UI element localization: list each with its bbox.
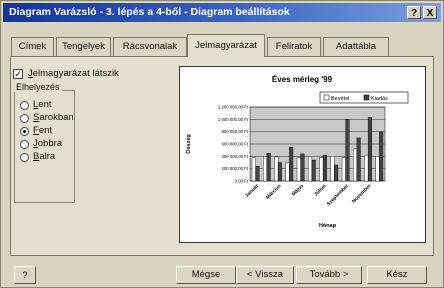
bar-kiadás [334, 164, 339, 182]
tab-strip: Címek Tengelyek Rácsvonalak Jelmagyaráza… [11, 34, 441, 57]
legend-label: Kiadás [371, 96, 388, 102]
bar-kiadás [277, 162, 282, 182]
chart-title: Éves mérleg '99 [272, 75, 333, 84]
x-tick-label: Május [291, 183, 305, 197]
window-title: Diagram Varázsló - 3. lépés a 4-ből - Di… [9, 6, 290, 18]
bar-bevétel [319, 157, 324, 182]
placement-group-title: Elhelyezés [14, 82, 62, 92]
bar-kiadás [356, 137, 361, 182]
y-tick-label: 1 200 000,00 Ft [218, 105, 249, 110]
bar-bevétel [285, 162, 290, 182]
bar-bevétel [296, 157, 301, 182]
radio-left-label: Balra [33, 151, 56, 162]
bar-bevétel [364, 154, 369, 182]
bar-kiadás [367, 117, 372, 182]
bar-bevétel [341, 157, 346, 182]
radio-bottom-label: Lent [33, 99, 52, 110]
radio-bottom[interactable] [20, 101, 29, 110]
bar-kiadás [322, 154, 327, 182]
radio-top[interactable] [20, 127, 29, 136]
close-button[interactable]: X [423, 6, 437, 19]
legend-swatch [323, 94, 330, 101]
bar-bevétel [330, 156, 335, 182]
x-tick-label: November [351, 183, 373, 205]
y-tick-label: 400 000,00 Ft [221, 154, 248, 159]
bar-bevétel [251, 157, 256, 182]
bar-bevétel [274, 156, 279, 182]
chart-preview: Éves mérleg '99 Bevétel Kiadás 1 200 000,00… [179, 66, 426, 243]
y-tick-label: 200 000,00 Ft [221, 166, 248, 171]
x-tick-label: Március [265, 183, 283, 201]
title-bar[interactable]: Diagram Varázsló - 3. lépés a 4-ből - Di… [3, 3, 441, 22]
radio-right-label: Jobbra [33, 138, 63, 149]
finish-button[interactable]: Kész [367, 266, 427, 284]
tab-legend[interactable]: Jelmagyarázat [187, 34, 265, 57]
legend-swatch [363, 94, 370, 101]
radio-left[interactable] [20, 153, 29, 162]
x-axis-label: Hónap [319, 223, 337, 229]
bar-bevétel [263, 156, 268, 182]
y-tick-label: 600 000,00 Ft [221, 142, 248, 147]
chart-svg: Éves mérleg '99 Bevétel Kiadás 1 200 000,00… [185, 75, 409, 229]
y-tick-label: 800 000,00 Ft [221, 129, 248, 134]
bar-kiadás [379, 131, 384, 182]
legend-label: Bevétel [331, 96, 349, 102]
tab-axes[interactable]: Tengelyek [56, 37, 111, 56]
y-axis-label: Összeg [185, 134, 192, 154]
radio-right[interactable] [20, 140, 29, 149]
bar-kiadás [311, 159, 316, 182]
bar-bevétel [353, 148, 358, 182]
back-button[interactable]: < Vissza [236, 266, 294, 284]
radio-top-label: Fent [33, 125, 53, 136]
bar-bevétel [375, 156, 380, 182]
tab-titles[interactable]: Címek [11, 37, 54, 56]
y-tick-label: 1 000 000,00 Ft [218, 117, 249, 122]
x-tick-label: Január [244, 183, 260, 199]
show-legend-checkbox[interactable]: ✓ [13, 69, 23, 79]
bar-kiadás [300, 153, 305, 182]
bar-kiadás [266, 153, 271, 182]
radio-corner-label: Sarokban [33, 112, 74, 123]
cancel-button[interactable]: Mégse [176, 266, 236, 284]
show-legend-label: Jelmagyarázat látszik [28, 68, 119, 79]
radio-corner[interactable] [20, 114, 29, 123]
y-tick-label: 0,00 Ft [235, 179, 249, 184]
tab-data-labels[interactable]: Feliratok [267, 37, 321, 56]
tab-gridlines[interactable]: Rácsvonalak [113, 37, 187, 56]
bar-kiadás [255, 165, 260, 182]
help-button[interactable]: ? [14, 266, 36, 284]
bar-bevétel [308, 156, 313, 182]
help-title-button[interactable]: ? [407, 6, 421, 19]
bar-kiadás [289, 146, 294, 182]
next-button[interactable]: Tovább > [296, 266, 362, 284]
x-tick-label: Szeptember [326, 183, 350, 207]
bar-kiadás [345, 119, 350, 182]
tab-data-table[interactable]: Adattábla [323, 37, 389, 56]
x-tick-label: Július [313, 183, 328, 198]
chart-wizard-dialog: Diagram Varázsló - 3. lépés a 4-ből - Di… [0, 0, 444, 288]
